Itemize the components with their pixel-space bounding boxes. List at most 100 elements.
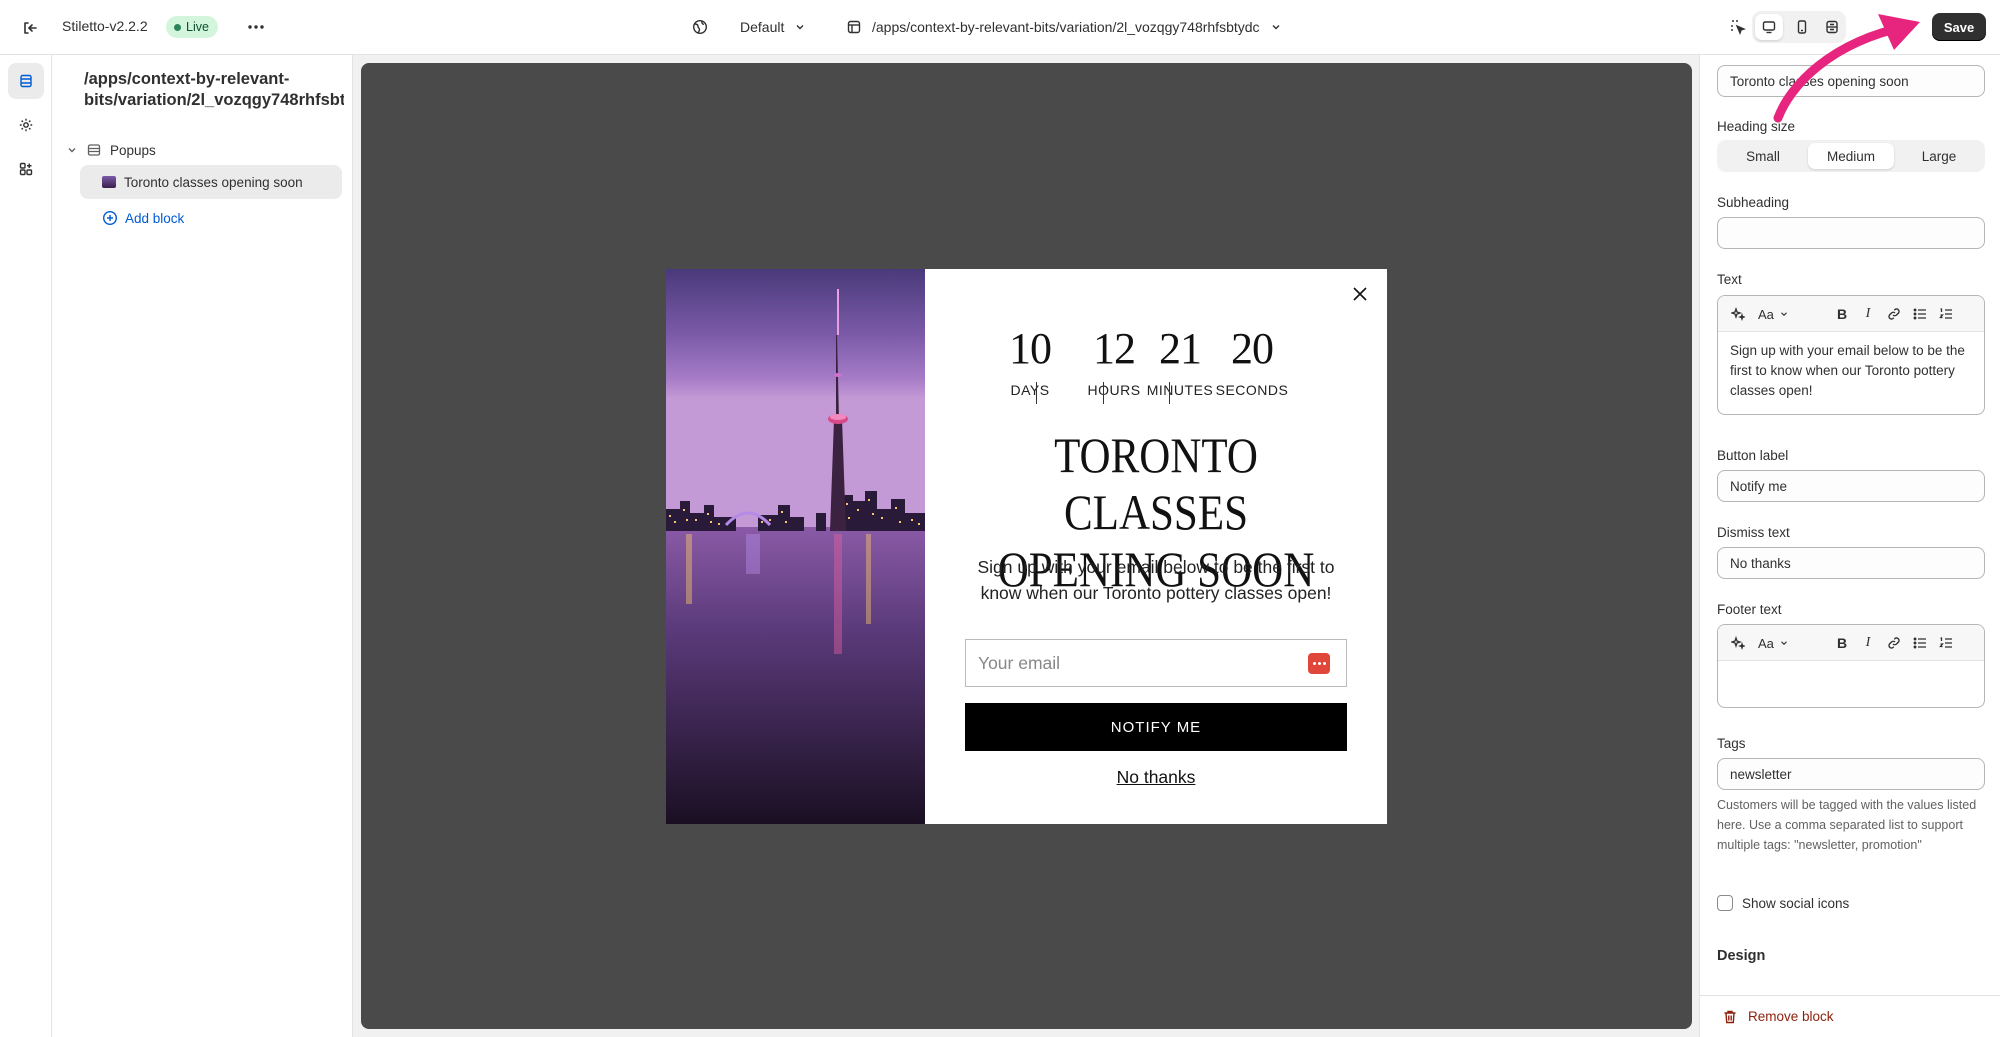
page-path-label: /apps/context-by-relevant-bits/variation… bbox=[872, 19, 1260, 35]
heading-size-label: Heading size bbox=[1717, 119, 1796, 134]
heading-size-small[interactable]: Small bbox=[1720, 143, 1806, 169]
font-size-icon: Aa bbox=[1758, 306, 1774, 322]
page-title-line1: /apps/context-by-relevant- bbox=[84, 70, 290, 88]
footer-text-label: Footer text bbox=[1717, 602, 1782, 617]
plus-circle-icon bbox=[102, 210, 118, 226]
text-editor: Aa B I Sign up with your email below to … bbox=[1717, 295, 1985, 415]
remove-block-button[interactable]: Remove block bbox=[1700, 995, 2000, 1037]
numbered-list-icon[interactable] bbox=[1934, 302, 1958, 326]
page-title-line2: bits/variation/2l_vozqgy748rhfsbtydc bbox=[84, 91, 344, 109]
desktop-view-icon[interactable] bbox=[1755, 13, 1783, 41]
tags-input[interactable]: newsletter bbox=[1717, 758, 1985, 790]
subheading-input[interactable] bbox=[1717, 217, 1985, 249]
bold-icon[interactable]: B bbox=[1830, 631, 1854, 655]
sidebar-item-label: Toronto classes opening soon bbox=[124, 174, 303, 190]
show-social-icons-row[interactable]: Show social icons bbox=[1717, 895, 1849, 911]
link-icon[interactable] bbox=[1882, 631, 1906, 655]
block-settings-panel: Toronto classes opening soon Heading siz… bbox=[1699, 55, 2000, 1037]
font-size-icon: Aa bbox=[1758, 635, 1774, 651]
apps-icon bbox=[19, 162, 33, 176]
italic-icon[interactable]: I bbox=[1856, 302, 1880, 326]
text-editor-content[interactable]: Sign up with your email below to be the … bbox=[1718, 332, 1984, 410]
more-actions-icon[interactable] bbox=[242, 13, 270, 41]
bullet-list-icon[interactable] bbox=[1908, 302, 1932, 326]
tags-input-value: newsletter bbox=[1730, 766, 1792, 782]
countdown-label: DAYS bbox=[1010, 382, 1050, 398]
inspector-select-icon[interactable] bbox=[1724, 13, 1752, 41]
popup-text: Sign up with your email below to be the … bbox=[977, 557, 1335, 603]
show-social-icons-checkbox[interactable] bbox=[1717, 895, 1733, 911]
close-icon[interactable] bbox=[1347, 281, 1373, 307]
heading-size-large[interactable]: Large bbox=[1896, 143, 1982, 169]
button-label-label: Button label bbox=[1717, 448, 1789, 463]
sidebar-group-popups[interactable]: Popups bbox=[66, 135, 156, 165]
sections-nav-button[interactable] bbox=[8, 63, 44, 99]
link-icon[interactable] bbox=[1882, 302, 1906, 326]
show-social-icons-label: Show social icons bbox=[1742, 895, 1850, 911]
ai-sparkle-icon[interactable] bbox=[1726, 631, 1750, 655]
password-manager-icon[interactable] bbox=[1308, 653, 1330, 674]
font-size-dropdown[interactable]: Aa bbox=[1758, 302, 1798, 326]
chevron-down-icon bbox=[1780, 641, 1787, 646]
add-block-label: Add block bbox=[125, 210, 185, 226]
italic-icon[interactable]: I bbox=[1856, 631, 1880, 655]
live-badge: Live bbox=[166, 16, 218, 38]
template-label: Default bbox=[740, 19, 785, 35]
countdown-label: SECONDS bbox=[1215, 382, 1289, 398]
numbered-list-icon[interactable] bbox=[1934, 631, 1958, 655]
dismiss-text-input[interactable]: No thanks bbox=[1717, 547, 1985, 579]
theme-name: Stiletto-v2.2.2 bbox=[62, 18, 148, 34]
email-input[interactable]: Your email bbox=[965, 639, 1347, 687]
dismiss-text-input-value: No thanks bbox=[1730, 555, 1791, 571]
theme-settings-nav-button[interactable] bbox=[8, 107, 44, 143]
bold-icon[interactable]: B bbox=[1830, 302, 1854, 326]
trash-icon bbox=[1724, 1010, 1736, 1023]
block-image-icon bbox=[102, 176, 116, 188]
template-selector[interactable]: Default bbox=[692, 14, 806, 40]
layout-icon bbox=[847, 20, 861, 34]
subheading-label: Subheading bbox=[1717, 195, 1790, 210]
button-label-input-value: Notify me bbox=[1730, 478, 1788, 494]
live-dot-icon bbox=[174, 23, 181, 31]
app-embeds-nav-button[interactable] bbox=[8, 151, 44, 187]
dismiss-link[interactable]: No thanks bbox=[965, 767, 1347, 788]
fullscreen-view-icon[interactable] bbox=[1818, 13, 1846, 41]
countdown-timer: 10 DAYS 12 HOURS 21 MINUTES 20 SECONDS bbox=[985, 324, 1325, 414]
ai-sparkle-icon[interactable] bbox=[1726, 302, 1750, 326]
popup-content: 10 DAYS 12 HOURS 21 MINUTES 20 SECONDS T… bbox=[925, 269, 1387, 824]
add-block-button[interactable]: Add block bbox=[102, 205, 184, 231]
bullet-list-icon[interactable] bbox=[1908, 631, 1932, 655]
countdown-days: 10 DAYS bbox=[985, 324, 1075, 398]
text-editor-toolbar: Aa B I bbox=[1718, 296, 1984, 332]
countdown-separator bbox=[1169, 382, 1170, 404]
countdown-value: 10 bbox=[1009, 324, 1052, 373]
heading-size-medium[interactable]: Medium bbox=[1808, 143, 1894, 169]
countdown-seconds: 20 SECONDS bbox=[1207, 324, 1297, 398]
page-path-selector[interactable]: /apps/context-by-relevant-bits/variation… bbox=[846, 14, 1282, 40]
save-button[interactable]: Save bbox=[1932, 13, 1986, 41]
popup-preview: 10 DAYS 12 HOURS 21 MINUTES 20 SECONDS T… bbox=[666, 269, 1387, 824]
sidebar-group-label: Popups bbox=[110, 142, 156, 158]
sections-sidebar: /apps/context-by-relevant- bits/variatio… bbox=[52, 55, 353, 1037]
popup-heading-line1: TORONTO CLASSES bbox=[1054, 427, 1258, 540]
gear-icon bbox=[19, 118, 33, 132]
left-rail bbox=[0, 55, 52, 1037]
email-placeholder: Your email bbox=[978, 652, 1061, 673]
button-label-input[interactable]: Notify me bbox=[1717, 470, 1985, 502]
heading-input-value: Toronto classes opening soon bbox=[1730, 73, 1909, 89]
remove-block-label: Remove block bbox=[1748, 1009, 1834, 1024]
globe-icon bbox=[692, 19, 708, 35]
design-section-heading: Design bbox=[1717, 948, 1766, 964]
heading-input[interactable]: Toronto classes opening soon bbox=[1717, 65, 1985, 97]
sections-icon bbox=[20, 74, 32, 88]
exit-icon[interactable] bbox=[16, 14, 44, 42]
chevron-down-icon bbox=[1780, 312, 1787, 317]
footer-editor-content[interactable] bbox=[1718, 661, 1984, 679]
font-size-dropdown[interactable]: Aa bbox=[1758, 631, 1798, 655]
chevron-down-icon bbox=[1272, 25, 1280, 30]
sidebar-item-toronto-block[interactable]: Toronto classes opening soon bbox=[80, 165, 342, 199]
notify-me-button[interactable]: NOTIFY ME bbox=[965, 703, 1347, 751]
chevron-down-icon[interactable] bbox=[66, 144, 78, 156]
tags-label: Tags bbox=[1717, 736, 1746, 751]
mobile-view-icon[interactable] bbox=[1788, 13, 1816, 41]
